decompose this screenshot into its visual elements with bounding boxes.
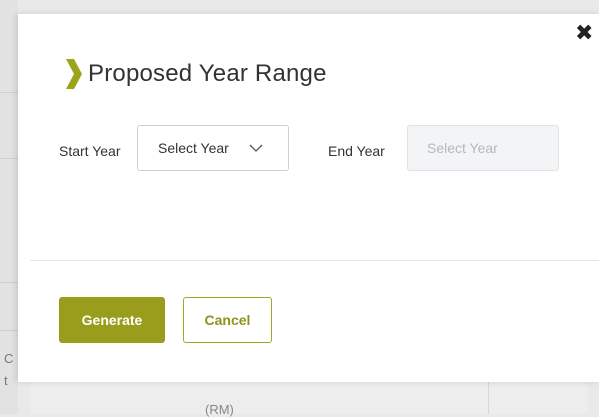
start-year-select[interactable]: Select Year [137,125,289,171]
year-range-modal: ✖ Proposed Year Range Start Year Select … [18,14,599,382]
cancel-button[interactable]: Cancel [183,297,272,343]
modal-title: Proposed Year Range [88,60,327,87]
background-table-divider [488,382,489,414]
close-icon[interactable]: ✖ [575,22,593,44]
background-table-header-text: (RM) [205,402,234,417]
chevron-down-icon [249,144,263,152]
modal-divider [30,260,599,261]
end-year-select[interactable]: Select Year [407,125,559,171]
end-year-placeholder: Select Year [427,140,498,156]
background-text: C [4,351,14,366]
background-text: t [4,373,8,388]
chevron-right-icon [66,59,82,89]
start-year-value: Select Year [158,140,229,156]
generate-button[interactable]: Generate [59,297,165,343]
background-divider [0,282,18,283]
background-divider [0,158,18,159]
start-year-label: Start Year [59,143,121,159]
background-divider [0,330,18,331]
background-divider [0,92,18,93]
end-year-label: End Year [328,143,385,159]
background-table-header [30,382,588,414]
modal-header: Proposed Year Range [66,58,327,90]
